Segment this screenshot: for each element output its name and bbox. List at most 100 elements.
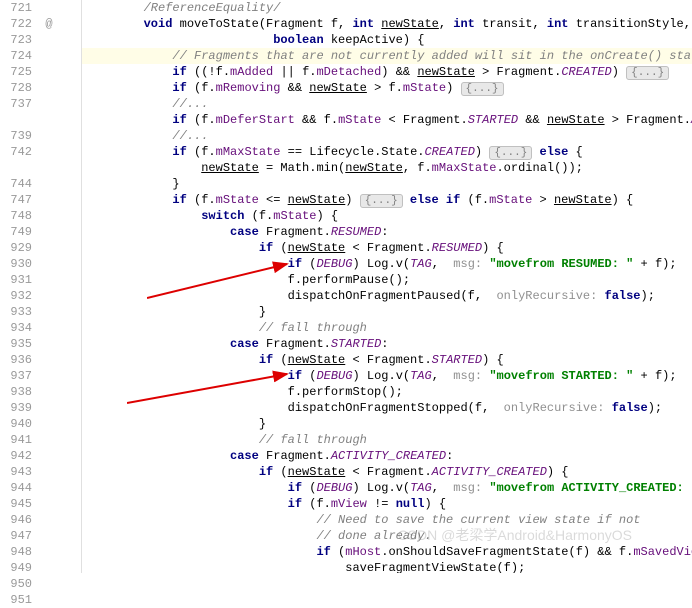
code-line[interactable]: saveFragmentViewState(f); [82, 560, 692, 573]
code-line[interactable]: boolean keepActive) { [82, 32, 692, 48]
line-number[interactable]: 934 [0, 320, 32, 336]
code-line[interactable]: if (mHost.onShouldSaveFragmentState(f) &… [82, 544, 692, 560]
line-number[interactable]: 937 [0, 368, 32, 384]
gutter-marker [40, 112, 58, 128]
token: DEBUG [316, 369, 352, 383]
token: "movefrom STARTED: " [489, 369, 633, 383]
code-line[interactable]: // Need to save the current view state i… [82, 512, 692, 528]
token: > Fragment. [475, 65, 561, 79]
line-number[interactable]: 749 [0, 224, 32, 240]
line-number[interactable]: 739 [0, 128, 32, 144]
gutter-marker [40, 144, 58, 160]
code-line[interactable]: switch (f.mState) { [82, 208, 692, 224]
line-number[interactable]: 931 [0, 272, 32, 288]
token: if [172, 113, 186, 127]
line-number[interactable]: 936 [0, 352, 32, 368]
token: : [446, 449, 453, 463]
token: v [396, 369, 403, 383]
code-line[interactable]: if (f.mMaxState == Lifecycle.State.CREAT… [82, 144, 692, 160]
code-area[interactable]: /ReferenceEquality/ void moveToState(Fra… [82, 0, 692, 573]
line-number[interactable]: 946 [0, 512, 32, 528]
line-number[interactable]: 721 [0, 0, 32, 16]
line-number[interactable]: 947 [0, 528, 32, 544]
token: ( [273, 465, 287, 479]
code-line[interactable]: if (f.mRemoving && newState > f.mState) … [82, 80, 692, 96]
code-line[interactable]: // fall through [82, 432, 692, 448]
line-number[interactable]: 724 [0, 48, 32, 64]
code-line[interactable]: if (newState < Fragment.STARTED) { [82, 352, 692, 368]
line-number[interactable]: 950 [0, 576, 32, 592]
line-number[interactable]: 932 [0, 288, 32, 304]
line-number[interactable] [0, 112, 32, 128]
code-line[interactable]: // fall through [82, 320, 692, 336]
token: newState [309, 81, 367, 95]
token: ) [475, 145, 489, 159]
line-number[interactable]: 945 [0, 496, 32, 512]
code-line[interactable]: dispatchOnFragmentPaused(f, onlyRecursiv… [82, 288, 692, 304]
line-number[interactable]: 722 [0, 16, 32, 32]
code-line[interactable]: //... [82, 128, 692, 144]
code-line[interactable]: if (DEBUG) Log.v(TAG, msg: "movefrom RES… [82, 256, 692, 272]
breakpoint-column[interactable] [58, 0, 68, 573]
code-line[interactable]: } [82, 176, 692, 192]
line-number[interactable]: 742 [0, 144, 32, 160]
code-line[interactable]: if (newState < Fragment.ACTIVITY_CREATED… [82, 464, 692, 480]
code-line[interactable]: // Fragments that are not currently adde… [82, 48, 692, 64]
gutter-marker [40, 432, 58, 448]
line-number[interactable]: 949 [0, 560, 32, 576]
code-line[interactable]: void moveToState(Fragment f, int newStat… [82, 16, 692, 32]
marker-column[interactable]: @ [40, 0, 58, 573]
fold-column[interactable] [68, 0, 82, 573]
line-number[interactable]: 933 [0, 304, 32, 320]
line-number[interactable]: 935 [0, 336, 32, 352]
code-line[interactable]: } [82, 304, 692, 320]
token: saveFragmentViewState(f); [345, 561, 525, 573]
line-number-gutter[interactable]: 7217227237247257287377397427447477487499… [0, 0, 40, 573]
line-number[interactable]: 943 [0, 464, 32, 480]
line-number[interactable]: 744 [0, 176, 32, 192]
token: ( [273, 353, 287, 367]
code-line[interactable]: dispatchOnFragmentStopped(f, onlyRecursi… [82, 400, 692, 416]
line-number[interactable]: 747 [0, 192, 32, 208]
line-number[interactable]: 929 [0, 240, 32, 256]
line-number[interactable]: 725 [0, 64, 32, 80]
token: msg: [446, 369, 489, 383]
code-line[interactable]: newState = Math.min(newState, f.mMaxStat… [82, 160, 692, 176]
code-line[interactable]: case Fragment.RESUMED: [82, 224, 692, 240]
code-line[interactable]: if (f.mState <= newState) {...} else if … [82, 192, 692, 208]
gutter-marker: @ [40, 16, 58, 32]
token: else if [410, 193, 460, 207]
line-number[interactable]: 940 [0, 416, 32, 432]
line-number[interactable]: 941 [0, 432, 32, 448]
code-line[interactable]: if ((!f.mAdded || f.mDetached) && newSta… [82, 64, 692, 80]
token: ) && [381, 65, 417, 79]
code-line[interactable]: if (newState < Fragment.RESUMED) { [82, 240, 692, 256]
code-line[interactable]: case Fragment.ACTIVITY_CREATED: [82, 448, 692, 464]
code-line[interactable]: f.performStop(); [82, 384, 692, 400]
line-number[interactable]: 942 [0, 448, 32, 464]
line-number[interactable]: 723 [0, 32, 32, 48]
line-number[interactable]: 930 [0, 256, 32, 272]
token: if [288, 481, 302, 495]
code-editor: 7217227237247257287377397427447477487499… [0, 0, 692, 573]
line-number[interactable]: 938 [0, 384, 32, 400]
token: } [259, 305, 266, 319]
code-line[interactable]: /ReferenceEquality/ [82, 0, 692, 16]
line-number[interactable]: 737 [0, 96, 32, 112]
line-number[interactable] [0, 160, 32, 176]
code-line[interactable]: //... [82, 96, 692, 112]
code-line[interactable]: case Fragment.STARTED: [82, 336, 692, 352]
code-line[interactable]: if (f.mDeferStart && f.mState < Fragment… [82, 112, 692, 128]
code-line[interactable]: if (DEBUG) Log.v(TAG, msg: "movefrom ACT… [82, 480, 692, 496]
line-number[interactable]: 948 [0, 544, 32, 560]
token: newState [288, 193, 346, 207]
line-number[interactable]: 728 [0, 80, 32, 96]
code-line[interactable]: if (DEBUG) Log.v(TAG, msg: "movefrom STA… [82, 368, 692, 384]
code-line[interactable]: } [82, 416, 692, 432]
line-number[interactable]: 939 [0, 400, 32, 416]
code-line[interactable]: if (f.mView != null) { [82, 496, 692, 512]
line-number[interactable]: 748 [0, 208, 32, 224]
line-number[interactable]: 951 [0, 592, 32, 608]
code-line[interactable]: f.performPause(); [82, 272, 692, 288]
line-number[interactable]: 944 [0, 480, 32, 496]
